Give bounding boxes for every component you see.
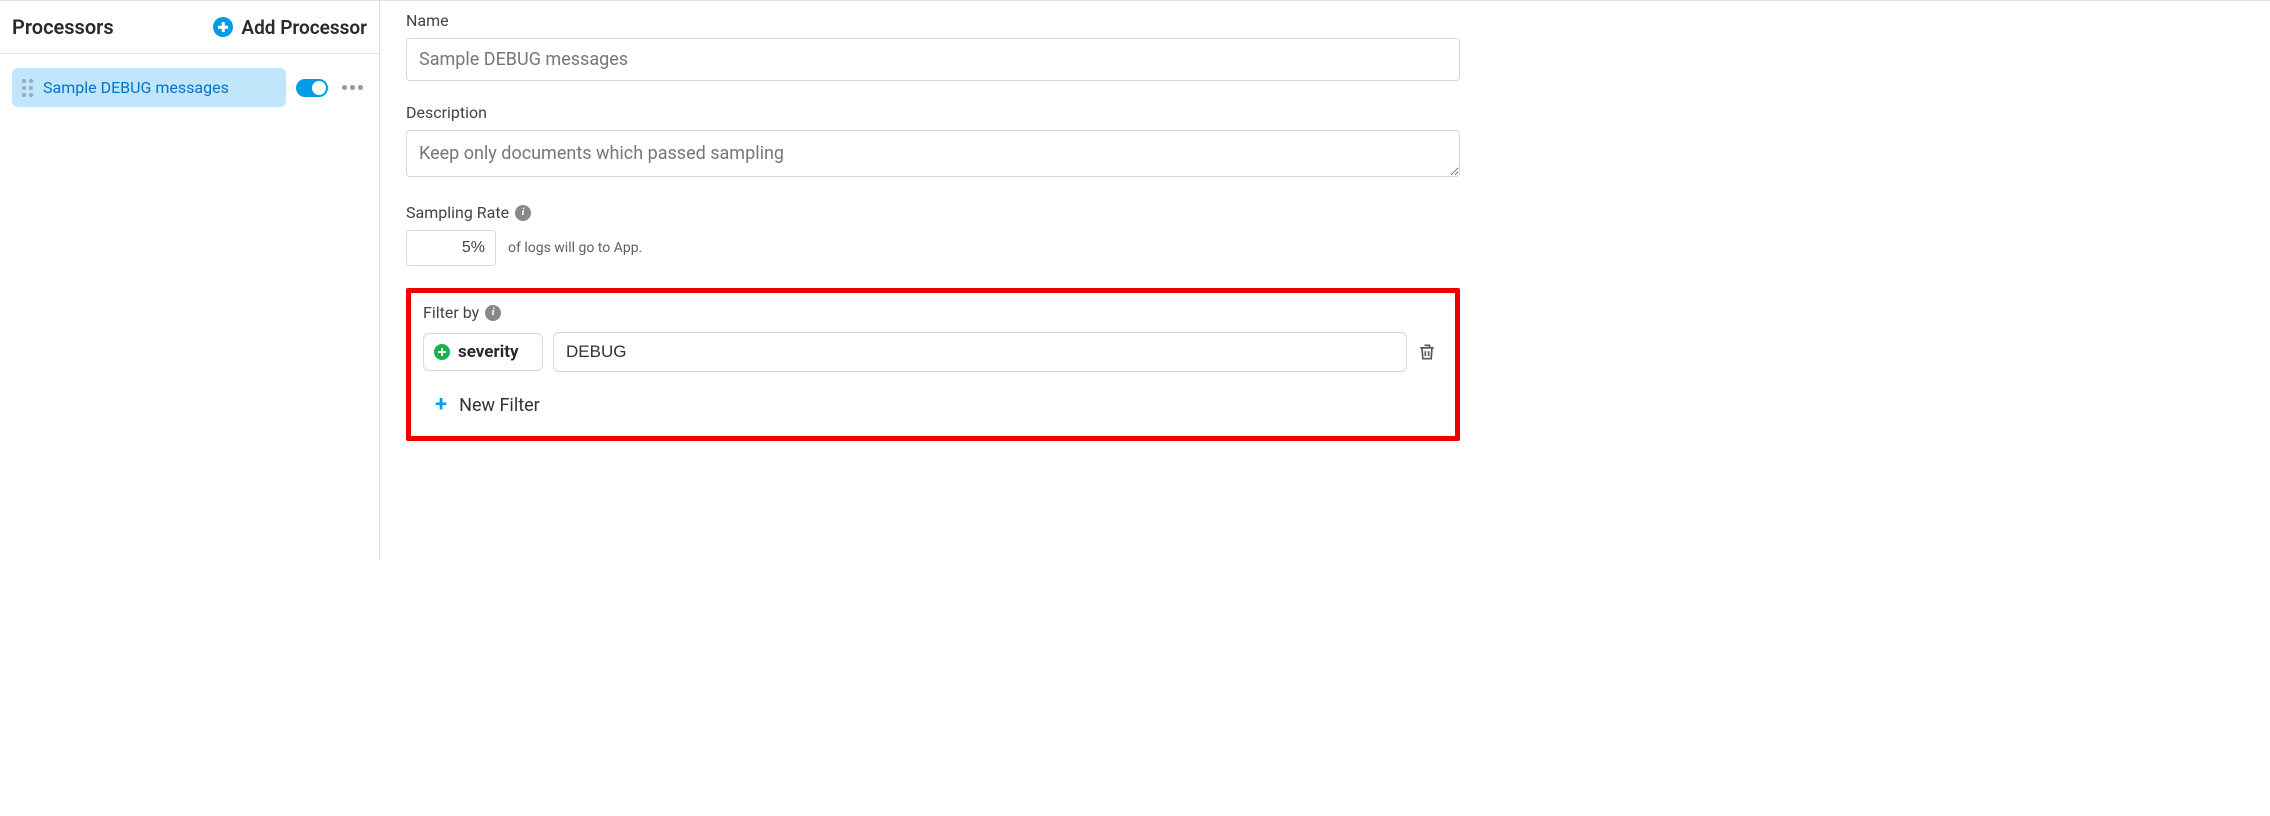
processor-list: Sample DEBUG messages [0,54,379,121]
processor-item[interactable]: Sample DEBUG messages [12,68,286,107]
sampling-rate-field: Sampling Rate i of logs will go to App. [406,203,1460,266]
info-icon[interactable]: i [515,205,531,221]
sidebar-title: Processors [12,15,114,39]
plus-circle-icon [213,17,233,37]
processor-row: Sample DEBUG messages [12,68,367,107]
filter-key-select[interactable]: severity [423,333,543,371]
sampling-rate-suffix: of logs will go to App. [508,240,642,256]
trash-icon[interactable] [1417,342,1437,362]
filter-label: Filter by i [423,303,1437,322]
filter-row: severity [423,332,1437,372]
processor-name: Sample DEBUG messages [43,78,229,97]
add-processor-label: Add Processor [241,16,367,39]
main-panel: Name Description Keep only documents whi… [380,1,1480,560]
description-label: Description [406,103,1460,122]
name-field: Name [406,11,1460,81]
description-input[interactable]: Keep only documents which passed samplin… [406,130,1460,177]
more-options-icon[interactable] [338,81,367,94]
app-root: Processors Add Processor Sample DEBUG me… [0,0,2270,560]
name-input[interactable] [406,38,1460,81]
sidebar: Processors Add Processor Sample DEBUG me… [0,1,380,560]
new-filter-label: New Filter [459,395,540,416]
filter-section: Filter by i severity + New Filter [406,288,1460,441]
info-icon[interactable]: i [485,305,501,321]
processor-toggle[interactable] [296,79,328,97]
sampling-rate-label-text: Sampling Rate [406,203,509,222]
filter-value-input[interactable] [553,332,1407,372]
sampling-rate-row: of logs will go to App. [406,230,1460,266]
plus-icon: + [435,394,447,416]
name-label: Name [406,11,1460,30]
add-include-icon [434,344,450,360]
drag-handle-icon[interactable] [22,79,33,97]
sampling-rate-input[interactable] [406,230,496,266]
sidebar-header: Processors Add Processor [0,1,379,54]
description-field: Description Keep only documents which pa… [406,103,1460,181]
add-processor-button[interactable]: Add Processor [213,16,367,39]
filter-key-label: severity [458,342,519,362]
filter-label-text: Filter by [423,303,479,322]
sampling-rate-label: Sampling Rate i [406,203,1460,222]
new-filter-button[interactable]: + New Filter [423,386,1437,420]
